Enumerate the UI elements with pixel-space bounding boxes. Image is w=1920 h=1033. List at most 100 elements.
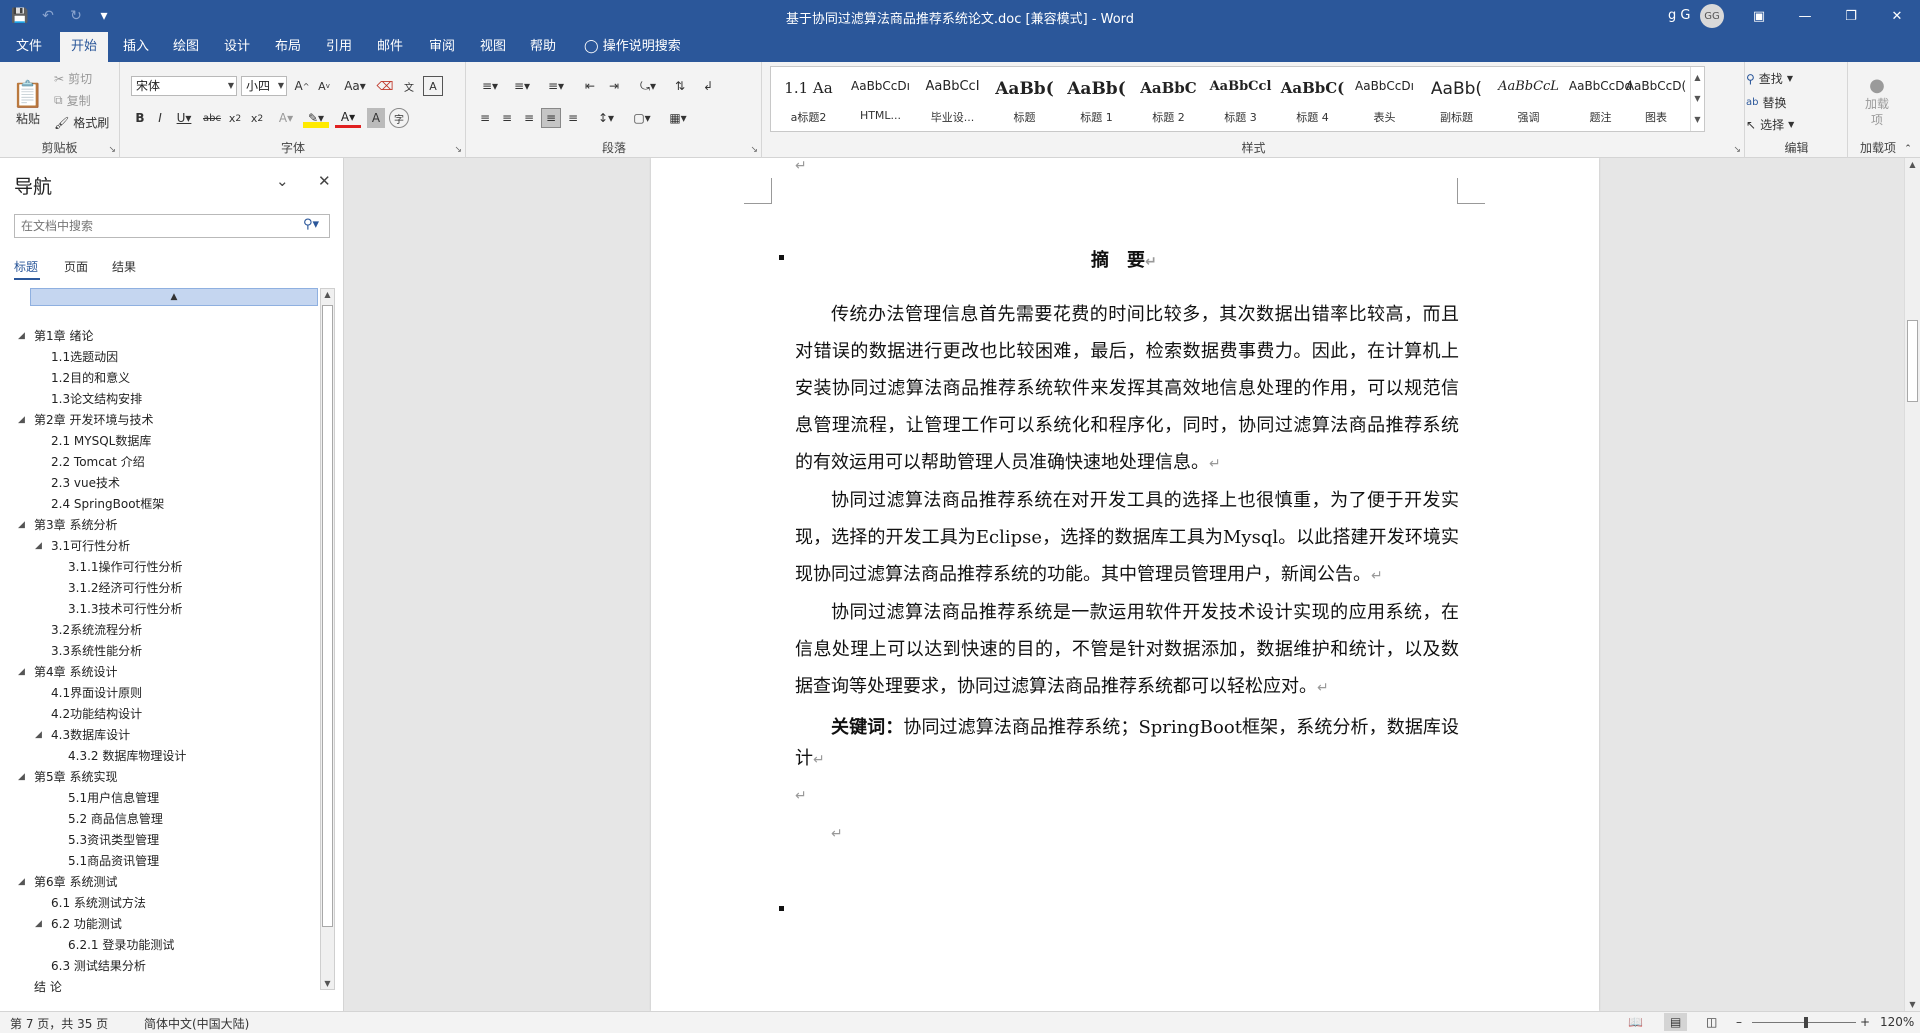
underline-icon[interactable]: U▾ bbox=[171, 108, 197, 128]
gallery-scroll[interactable]: ▲ ▼ ▼ bbox=[1690, 67, 1704, 131]
replace-button[interactable]: ab 替换 bbox=[1746, 94, 1787, 111]
style-table-header[interactable]: AaBbCcDı 表头 bbox=[1349, 67, 1420, 131]
expand-triangle-icon[interactable]: ◢ bbox=[18, 410, 25, 431]
dialog-launcher-icon[interactable]: ↘ bbox=[750, 145, 758, 155]
style-heading2[interactable]: AaBbC 标题 2 bbox=[1133, 67, 1204, 131]
search-icon[interactable]: ⚲▾ bbox=[303, 217, 319, 232]
dialog-launcher-icon[interactable]: ↘ bbox=[454, 145, 462, 155]
tab-mailings[interactable]: 邮件 bbox=[366, 32, 414, 62]
shrink-font-icon[interactable]: Av bbox=[315, 76, 333, 96]
chevron-down-icon[interactable]: ▼ bbox=[1691, 88, 1704, 109]
zoom-slider-thumb[interactable] bbox=[1804, 1017, 1808, 1028]
document-page[interactable]: ↵ 摘 要↵ 传统办法管理信息首先需要花费的时间比较多，其次数据出错率比较高，而… bbox=[651, 158, 1599, 1011]
tab-help[interactable]: 帮助 bbox=[519, 32, 567, 62]
tab-design[interactable]: 设计 bbox=[213, 32, 261, 62]
tab-pages[interactable]: 页面 bbox=[64, 258, 88, 275]
style-title[interactable]: AaBb(标题 bbox=[989, 67, 1060, 131]
user-name[interactable]: g G bbox=[1668, 8, 1690, 23]
restore-icon[interactable]: ❐ bbox=[1828, 0, 1874, 32]
borders-icon[interactable]: ▦▾ bbox=[663, 108, 693, 128]
expand-triangle-icon[interactable]: ◢ bbox=[18, 515, 25, 536]
abstract-paragraph-3[interactable]: 协同过滤算法商品推荐系统是一款运用软件开发技术设计实现的应用系统，在信息处理上可… bbox=[795, 594, 1459, 707]
line-spacing-icon[interactable]: ↕▾ bbox=[591, 108, 621, 128]
collapse-ribbon-icon[interactable]: ⌃ bbox=[1900, 142, 1916, 156]
expand-triangle-icon[interactable]: ◢ bbox=[35, 536, 42, 557]
phonetic-guide-icon[interactable]: 文 bbox=[399, 76, 419, 96]
grow-font-icon[interactable]: A ^ bbox=[293, 76, 311, 96]
abstract-paragraph-2[interactable]: 协同过滤算法商品推荐系统在对开发工具的选择上也很慎重，为了便于开发实现，选择的开… bbox=[795, 482, 1459, 595]
cut-button[interactable]: ✂ 剪切 bbox=[54, 70, 92, 87]
style-a-heading2[interactable]: 1.1 Aa a标题2 bbox=[773, 67, 844, 131]
distributed-icon[interactable]: ≡ bbox=[563, 108, 583, 128]
close-icon[interactable]: ✕ bbox=[1874, 0, 1920, 32]
zoom-in-icon[interactable]: + bbox=[1860, 1015, 1870, 1029]
align-center-icon[interactable]: ≡ bbox=[497, 108, 517, 128]
abstract-paragraph-1[interactable]: 传统办法管理信息首先需要花费的时间比较多，其次数据出错率比较高，而且对错误的数据… bbox=[795, 296, 1459, 483]
style-subtitle[interactable]: AaBb(副标题 bbox=[1421, 67, 1492, 131]
tab-results[interactable]: 结果 bbox=[112, 258, 136, 275]
select-button[interactable]: ↖ 选择 ▼ bbox=[1746, 116, 1794, 133]
align-right-icon[interactable]: ≡ bbox=[519, 108, 539, 128]
scroll-thumb[interactable] bbox=[1907, 320, 1918, 402]
character-shading-icon[interactable]: A bbox=[367, 108, 385, 128]
strikethrough-icon[interactable]: abc bbox=[201, 108, 223, 128]
expand-triangle-icon[interactable]: ◢ bbox=[35, 725, 42, 746]
italic-icon[interactable]: I bbox=[151, 108, 169, 128]
language-indicator[interactable]: 简体中文(中国大陆) bbox=[144, 1015, 249, 1032]
change-case-icon[interactable]: Aa▾ bbox=[343, 76, 367, 96]
read-mode-icon[interactable]: 📖 bbox=[1628, 1015, 1643, 1029]
numbering-icon[interactable]: ≡▾ bbox=[507, 76, 537, 96]
enclose-characters-icon[interactable]: 字 bbox=[389, 108, 409, 128]
minimize-icon[interactable]: — bbox=[1782, 0, 1828, 32]
chevron-up-icon[interactable]: ▲ bbox=[1691, 67, 1704, 88]
document-scrollbar[interactable]: ▲ ▼ bbox=[1904, 158, 1920, 1011]
tab-review[interactable]: 审阅 bbox=[418, 32, 466, 62]
zoom-level[interactable]: 120% bbox=[1880, 1015, 1914, 1029]
print-layout-icon[interactable]: ▤ bbox=[1664, 1013, 1688, 1031]
copy-button[interactable]: ⧉ 复制 bbox=[54, 92, 91, 109]
tab-home[interactable]: 开始 bbox=[60, 32, 108, 62]
page-count[interactable]: 第 7 页，共 35 页 bbox=[10, 1015, 108, 1032]
style-html[interactable]: AaBbCcDı HTML... bbox=[845, 67, 916, 131]
superscript-icon[interactable]: x2 bbox=[247, 108, 267, 128]
chevron-down-icon[interactable]: ▼ bbox=[1905, 1000, 1920, 1009]
align-left-icon[interactable]: ≡ bbox=[475, 108, 495, 128]
tell-me-search[interactable]: ◯ 操作说明搜索 bbox=[584, 32, 681, 62]
chevron-up-icon[interactable]: ▲ bbox=[321, 290, 334, 299]
decrease-indent-icon[interactable]: ⇤ bbox=[579, 76, 601, 96]
expand-triangle-icon[interactable]: ◢ bbox=[18, 662, 25, 683]
search-input[interactable] bbox=[14, 214, 330, 238]
style-emphasis[interactable]: AaBbCcL 强调 bbox=[1493, 67, 1564, 131]
subscript-icon[interactable]: x2 bbox=[225, 108, 245, 128]
tab-layout[interactable]: 布局 bbox=[264, 32, 312, 62]
tab-references[interactable]: 引用 bbox=[315, 32, 363, 62]
tab-draw[interactable]: 绘图 bbox=[162, 32, 210, 62]
nav-scrollbar[interactable]: ▲ ▼ bbox=[320, 288, 335, 990]
keywords-paragraph[interactable]: 关键词：协同过滤算法商品推荐系统；SpringBoot框架，系统分析，数据库设计… bbox=[795, 712, 1459, 776]
addins-button[interactable]: ● 加载项 bbox=[1853, 68, 1901, 134]
chevron-up-icon[interactable]: ▲ bbox=[1905, 160, 1920, 169]
expand-triangle-icon[interactable]: ◢ bbox=[35, 914, 42, 935]
avatar[interactable]: GG bbox=[1700, 4, 1724, 28]
style-heading3[interactable]: AaBbCcl 标题 3 bbox=[1205, 67, 1276, 131]
clear-formatting-icon[interactable]: ⌫ bbox=[375, 76, 395, 96]
character-border-icon[interactable]: A bbox=[423, 76, 443, 96]
chevron-down-icon[interactable]: ⌄ bbox=[276, 172, 289, 190]
dialog-launcher-icon[interactable]: ↘ bbox=[1733, 145, 1741, 155]
dialog-launcher-icon[interactable]: ↘ bbox=[108, 145, 116, 155]
justify-icon[interactable]: ≡ bbox=[541, 108, 561, 128]
sort-icon[interactable]: ⇅ bbox=[669, 76, 691, 96]
shading-icon[interactable]: ▢▾ bbox=[627, 108, 657, 128]
web-layout-icon[interactable]: ◫ bbox=[1706, 1015, 1717, 1029]
zoom-out-icon[interactable]: – bbox=[1736, 1015, 1742, 1029]
text-effects-icon[interactable]: A▾ bbox=[273, 108, 299, 128]
style-chart[interactable]: AaBbCcD(图表 bbox=[1623, 67, 1689, 131]
collapse-all-bar[interactable]: ▲ bbox=[30, 288, 318, 306]
scroll-thumb[interactable] bbox=[322, 305, 333, 927]
abstract-heading[interactable]: 摘 要↵ bbox=[1091, 246, 1157, 272]
find-button[interactable]: ⚲ 查找 ▼ bbox=[1746, 70, 1793, 87]
ribbon-display-options-icon[interactable]: ▣ bbox=[1736, 0, 1782, 32]
font-color-icon[interactable]: A▾ bbox=[335, 108, 361, 128]
chinese-layout-icon[interactable]: ⤿▾ bbox=[633, 76, 663, 96]
format-painter-button[interactable]: 🖌 格式刷 bbox=[54, 114, 109, 131]
